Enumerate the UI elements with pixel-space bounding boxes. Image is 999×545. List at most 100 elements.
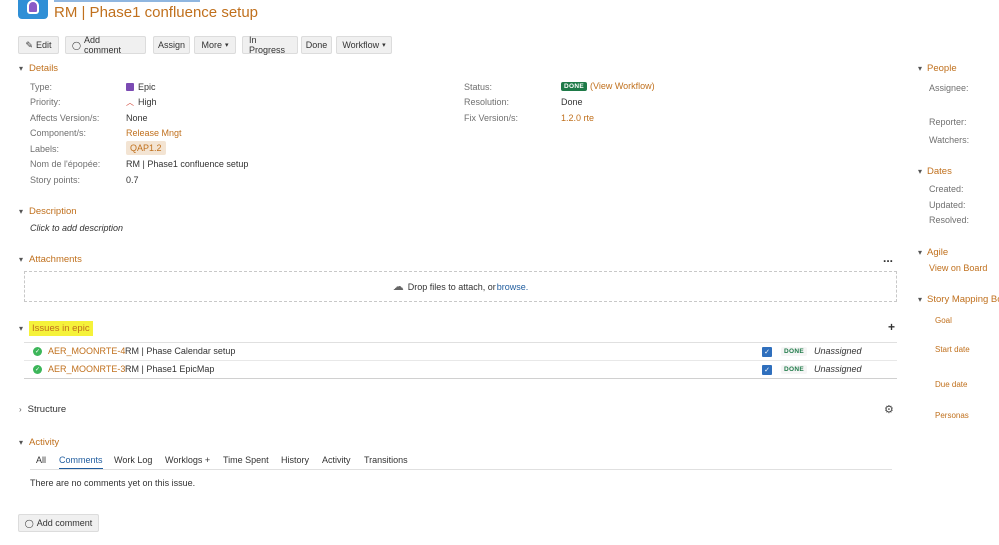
resolved-label: Resolved: bbox=[929, 215, 970, 225]
structure-section-toggle[interactable]: › Structure bbox=[19, 404, 66, 415]
assignee-label: Assignee: bbox=[929, 83, 969, 93]
people-section-toggle[interactable]: ▾ People bbox=[918, 63, 957, 74]
tab-history[interactable]: History bbox=[281, 455, 309, 465]
tab-all[interactable]: All bbox=[36, 455, 46, 465]
activity-tabs-divider bbox=[30, 469, 892, 470]
resolved-check-icon: ✓ bbox=[33, 347, 42, 356]
view-on-board-link[interactable]: View on Board bbox=[929, 263, 987, 273]
in-progress-button[interactable]: In Progress bbox=[242, 35, 298, 55]
issue-key-link[interactable]: AER_MOONRTE-4 bbox=[48, 346, 125, 356]
tab-activity[interactable]: Activity bbox=[322, 455, 351, 465]
issues-in-epic-section-toggle[interactable]: ▾ Issues in epic bbox=[19, 321, 93, 336]
updated-label: Updated: bbox=[929, 200, 966, 210]
more-label: More bbox=[201, 40, 222, 50]
reporter-label: Reporter: bbox=[929, 117, 967, 127]
structure-heading: Structure bbox=[27, 404, 67, 415]
cloud-upload-icon: ☁ bbox=[392, 281, 404, 293]
affects-version-value: None bbox=[126, 113, 148, 123]
add-issue-plus-icon[interactable]: + bbox=[888, 320, 895, 334]
type-text: Epic bbox=[138, 82, 156, 92]
fix-version-label: Fix Version/s: bbox=[464, 113, 519, 123]
start-date-label: Start date bbox=[935, 345, 970, 354]
label-tag[interactable]: QAP1.2 bbox=[126, 141, 166, 155]
description-placeholder[interactable]: Click to add description bbox=[30, 223, 123, 233]
attachments-section-toggle[interactable]: ▾ Attachments bbox=[19, 254, 82, 265]
issue-assignee: Unassigned bbox=[814, 346, 862, 356]
assign-button[interactable]: Assign bbox=[153, 36, 190, 54]
chevron-down-icon: ▾ bbox=[19, 324, 24, 333]
priority-high-icon: ︿ bbox=[126, 98, 134, 107]
details-section-toggle[interactable]: ▾ Details bbox=[19, 63, 58, 74]
story-mapping-section-toggle[interactable]: ▾ Story Mapping Bo bbox=[918, 294, 999, 305]
chevron-right-icon: › bbox=[19, 405, 22, 414]
add-comment-bottom-button[interactable]: ◯ Add comment bbox=[18, 514, 99, 532]
story-points-label: Story points: bbox=[30, 175, 81, 185]
description-heading: Description bbox=[29, 206, 77, 217]
epic-name-value: RM | Phase1 confluence setup bbox=[126, 159, 249, 169]
type-label: Type: bbox=[30, 82, 53, 92]
add-comment-button[interactable]: ◯ Add comment bbox=[65, 35, 146, 55]
view-workflow-link[interactable]: (View Workflow) bbox=[590, 81, 655, 91]
type-value: Epic bbox=[126, 82, 156, 92]
comment-icon: ◯ bbox=[24, 518, 34, 528]
checkbox-icon[interactable]: ✓ bbox=[762, 365, 772, 375]
tab-worklogs-plus[interactable]: Worklogs + bbox=[165, 455, 210, 465]
browse-link[interactable]: browse. bbox=[497, 282, 529, 292]
watchers-label: Watchers: bbox=[929, 135, 970, 145]
tab-comments[interactable]: Comments bbox=[59, 455, 103, 470]
table-row[interactable]: ✓ AER_MOONRTE-4 RM | Phase Calendar setu… bbox=[24, 343, 897, 361]
labels-label: Labels: bbox=[30, 144, 60, 154]
attachments-more-button[interactable]: ... bbox=[883, 251, 893, 265]
tab-work-log[interactable]: Work Log bbox=[114, 455, 152, 465]
story-points-value: 0.7 bbox=[126, 175, 139, 185]
chevron-down-icon: ▾ bbox=[918, 167, 923, 176]
drop-text: Drop files to attach, or bbox=[407, 281, 496, 292]
personas-label: Personas bbox=[935, 411, 969, 420]
fix-version-link[interactable]: 1.2.0 rte bbox=[561, 113, 594, 123]
more-button[interactable]: More ▾ bbox=[194, 36, 236, 54]
attachment-dropzone[interactable]: ☁ Drop files to attach, or browse. bbox=[24, 271, 897, 302]
description-section-toggle[interactable]: ▾ Description bbox=[19, 206, 77, 217]
goal-label: Goal bbox=[935, 316, 952, 325]
epic-name-label: Nom de l'épopée: bbox=[30, 159, 101, 169]
edit-label: Edit bbox=[36, 40, 52, 50]
breadcrumb-underline bbox=[54, 0, 200, 2]
resolution-label: Resolution: bbox=[464, 97, 510, 107]
agile-heading: Agile bbox=[927, 247, 949, 258]
status-value: DONE (View Workflow) bbox=[561, 81, 655, 91]
done-button[interactable]: Done bbox=[301, 36, 332, 54]
workflow-button[interactable]: Workflow ▾ bbox=[336, 36, 392, 54]
gear-icon[interactable]: ⚙ bbox=[884, 403, 894, 416]
chevron-down-icon: ▾ bbox=[918, 295, 923, 304]
issue-key-link[interactable]: AER_MOONRTE-3 bbox=[48, 364, 125, 374]
activity-section-toggle[interactable]: ▾ Activity bbox=[19, 437, 59, 448]
edit-button[interactable]: ✎ Edit bbox=[18, 36, 59, 54]
status-label: Status: bbox=[464, 82, 493, 92]
checkbox-icon[interactable]: ✓ bbox=[762, 347, 772, 357]
people-heading: People bbox=[927, 63, 957, 74]
add-comment-label: Add comment bbox=[83, 35, 121, 55]
pencil-icon: ✎ bbox=[25, 39, 34, 50]
chevron-down-icon: ▾ bbox=[918, 248, 923, 257]
table-row[interactable]: ✓ AER_MOONRTE-3 RM | Phase1 EpicMap ✓ DO… bbox=[24, 361, 897, 379]
chevron-down-icon: ▾ bbox=[19, 207, 24, 216]
priority-value: ︿ High bbox=[126, 97, 157, 108]
status-badge: DONE bbox=[561, 81, 587, 91]
activity-heading: Activity bbox=[29, 437, 60, 448]
page-title: RM | Phase1 confluence setup bbox=[54, 4, 259, 21]
story-mapping-heading: Story Mapping Bo bbox=[927, 294, 999, 305]
issue-status-badge: DONE bbox=[781, 365, 807, 374]
epic-icon bbox=[126, 83, 134, 91]
tab-transitions[interactable]: Transitions bbox=[364, 455, 408, 465]
dates-heading: Dates bbox=[927, 166, 952, 177]
tab-time-spent[interactable]: Time Spent bbox=[223, 455, 269, 465]
resolved-check-icon: ✓ bbox=[33, 365, 42, 374]
workflow-label: Workflow bbox=[342, 40, 380, 50]
component-label: Component/s: bbox=[30, 128, 87, 138]
chevron-down-icon: ▾ bbox=[918, 64, 923, 73]
component-link[interactable]: Release Mngt bbox=[126, 128, 182, 138]
add-comment-bottom-label: Add comment bbox=[36, 518, 93, 528]
dates-section-toggle[interactable]: ▾ Dates bbox=[918, 166, 952, 177]
project-avatar[interactable] bbox=[18, 0, 48, 19]
agile-section-toggle[interactable]: ▾ Agile bbox=[918, 247, 948, 258]
